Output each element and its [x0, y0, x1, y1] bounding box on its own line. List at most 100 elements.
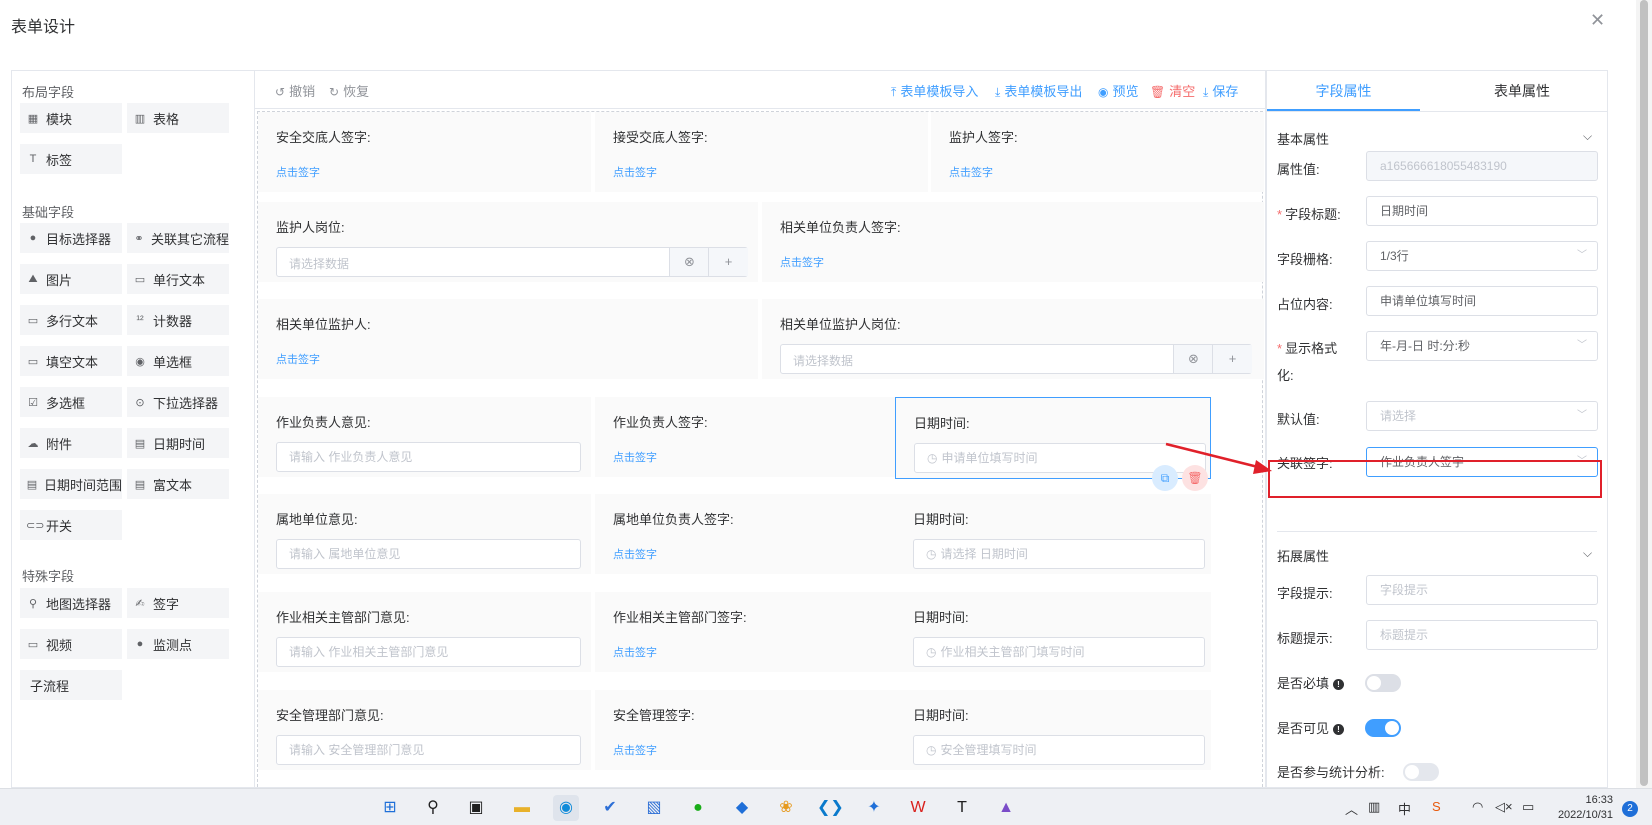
- date-input[interactable]: ◷ 作业相关主管部门填写时间: [913, 637, 1205, 667]
- text-input[interactable]: 请输入 安全管理部门意见: [276, 735, 581, 765]
- sign-link[interactable]: 点击签字: [613, 449, 657, 465]
- form-field-sign[interactable]: 接受交底人签字: 点击签字: [595, 112, 928, 192]
- chevron-up-icon[interactable]: ︿: [1345, 799, 1358, 818]
- form-field-select[interactable]: 监护人岗位: 请选择数据 ⊗ +: [258, 202, 758, 282]
- sign-link[interactable]: 点击签字: [949, 164, 993, 180]
- wifi-icon[interactable]: ◠: [1472, 799, 1483, 815]
- info-icon[interactable]: !: [1333, 724, 1345, 735]
- form-field-sign[interactable]: 相关单位监护人: 点击签字: [258, 299, 758, 379]
- plus-icon[interactable]: +: [1212, 345, 1252, 373]
- palette-item-date-range[interactable]: ▤ 日期时间范围: [20, 469, 122, 499]
- photos-icon[interactable]: ▧: [641, 795, 667, 821]
- format-select[interactable]: 年-月-日 时:分:秒 ﹀: [1366, 331, 1598, 361]
- plus-icon[interactable]: +: [708, 248, 748, 276]
- palette-item-dropdown[interactable]: ⊙ 下拉选择器: [127, 387, 229, 417]
- save-button[interactable]: ⤓ 保存: [1203, 81, 1238, 100]
- placeholder-input[interactable]: 申请单位填写时间: [1366, 286, 1598, 316]
- palette-item-video[interactable]: ▭ 视频: [20, 629, 122, 659]
- wps-icon[interactable]: W: [905, 795, 931, 821]
- sign-link[interactable]: 点击签字: [276, 351, 320, 367]
- export-template-button[interactable]: ⤓ 表单模板导出: [995, 81, 1082, 100]
- form-field-input[interactable]: 作业负责人意见: 请输入 作业负责人意见: [258, 397, 591, 477]
- palette-item-label-field[interactable]: T 标签: [20, 144, 122, 174]
- chevron-down-icon[interactable]: ⌵: [1583, 129, 1592, 144]
- palette-item-module[interactable]: ▦ 模块: [20, 103, 122, 133]
- form-field-sign[interactable]: 安全交底人签字: 点击签字: [258, 112, 591, 192]
- date-input[interactable]: ◷ 请选择 日期时间: [913, 539, 1205, 569]
- form-field-input[interactable]: 安全管理部门意见: 请输入 安全管理部门意见: [258, 690, 591, 770]
- page-scrollbar-thumb[interactable]: [1640, 0, 1648, 786]
- form-field-date[interactable]: 日期时间: ◷ 请选择 日期时间: [895, 494, 1211, 574]
- info-icon[interactable]: !: [1333, 679, 1345, 690]
- edge-icon[interactable]: ◉: [553, 795, 579, 821]
- clear-button[interactable]: 🗑 清空: [1150, 81, 1195, 100]
- field-grid-select[interactable]: 1/3行 ﹀: [1366, 241, 1598, 271]
- preview-button[interactable]: ◉ 预览: [1098, 81, 1139, 100]
- form-field-sign[interactable]: 安全管理签字: 点击签字: [595, 690, 928, 770]
- text-input[interactable]: 请输入 作业负责人意见: [276, 442, 581, 472]
- app-icon[interactable]: S: [1432, 799, 1441, 814]
- form-field-sign[interactable]: 监护人签字: 点击签字: [931, 112, 1264, 192]
- sign-link[interactable]: 点击签字: [780, 254, 824, 270]
- form-field-date[interactable]: 日期时间: ◷ 安全管理填写时间: [895, 690, 1211, 770]
- app-icon[interactable]: ✦: [861, 795, 887, 821]
- palette-item-checkbox[interactable]: ☑ 多选框: [20, 387, 122, 417]
- form-field-date[interactable]: 日期时间: ◷ 作业相关主管部门填写时间: [895, 592, 1211, 672]
- form-field-sign[interactable]: 属地单位负责人签字: 点击签字: [595, 494, 928, 574]
- tab-form-properties[interactable]: 表单属性: [1437, 71, 1607, 111]
- todo-icon[interactable]: ✔: [597, 795, 623, 821]
- data-select-input[interactable]: 请选择数据 ⊗ +: [276, 247, 748, 277]
- form-field-input[interactable]: 属地单位意见: 请输入 属地单位意见: [258, 494, 591, 574]
- import-template-button[interactable]: ⤒ 表单模板导入: [891, 81, 978, 100]
- required-switch[interactable]: [1365, 674, 1401, 692]
- palette-item-switch[interactable]: ⊂⊃ 开关: [20, 510, 122, 540]
- typora-icon[interactable]: T: [949, 795, 975, 821]
- palette-item-subprocess[interactable]: 子流程: [20, 670, 122, 700]
- file-explorer-icon[interactable]: ▬: [509, 795, 535, 821]
- data-select-input[interactable]: 请选择数据 ⊗ +: [780, 344, 1252, 374]
- form-field-sign[interactable]: 作业相关主管部门签字: 点击签字: [595, 592, 928, 672]
- title-hint-input[interactable]: 标题提示: [1366, 620, 1598, 650]
- ime-icon[interactable]: ▥: [1368, 799, 1380, 815]
- field-title-input[interactable]: 日期时间: [1366, 196, 1598, 226]
- sign-link[interactable]: 点击签字: [613, 644, 657, 660]
- default-value-select[interactable]: 请选择 ﹀: [1366, 401, 1598, 431]
- palette-item-map-selector[interactable]: ⚲ 地图选择器: [20, 588, 122, 618]
- form-field-select[interactable]: 相关单位监护人岗位: 请选择数据 ⊗ +: [762, 299, 1264, 379]
- palette-item-counter[interactable]: ¹² 计数器: [127, 305, 229, 335]
- palette-item-radio[interactable]: ◉ 单选框: [127, 346, 229, 376]
- battery-icon[interactable]: ▭: [1522, 799, 1534, 815]
- palette-item-link-process[interactable]: ⚭ 关联其它流程: [127, 223, 229, 253]
- form-field-sign[interactable]: 作业负责人签字: 点击签字: [595, 397, 928, 477]
- sign-link[interactable]: 点击签字: [613, 164, 657, 180]
- palette-item-datetime[interactable]: ▤ 日期时间: [127, 428, 229, 458]
- palette-item-target-selector[interactable]: ● 目标选择器: [20, 223, 122, 253]
- notification-badge[interactable]: 2: [1622, 801, 1638, 817]
- app-icon[interactable]: ❀: [773, 795, 799, 821]
- palette-item-monitor-point[interactable]: ● 监测点: [127, 629, 229, 659]
- palette-item-fill-blank[interactable]: ▭ 填空文本: [20, 346, 122, 376]
- search-icon[interactable]: ⚲: [420, 795, 446, 821]
- taskbar-clock[interactable]: 16:33 2022/10/31: [1555, 793, 1613, 823]
- form-field-sign[interactable]: 相关单位负责人签字: 点击签字: [762, 202, 1264, 282]
- ime-mode-icon[interactable]: 中: [1398, 799, 1411, 818]
- app-icon[interactable]: ▲: [993, 795, 1019, 821]
- wechat-icon[interactable]: ●: [685, 795, 711, 821]
- stats-switch[interactable]: [1403, 763, 1439, 781]
- sign-link[interactable]: 点击签字: [613, 546, 657, 562]
- palette-item-table[interactable]: ▥ 表格: [127, 103, 229, 133]
- form-field-input[interactable]: 作业相关主管部门意见: 请输入 作业相关主管部门意见: [258, 592, 591, 672]
- text-input[interactable]: 请输入 作业相关主管部门意见: [276, 637, 581, 667]
- hint-input[interactable]: 字段提示: [1366, 575, 1598, 605]
- palette-item-multi-line[interactable]: ▭ 多行文本: [20, 305, 122, 335]
- volume-icon[interactable]: ◁×: [1495, 799, 1513, 815]
- palette-item-attachment[interactable]: ☁ 附件: [20, 428, 122, 458]
- visible-switch[interactable]: [1365, 719, 1401, 737]
- sign-link[interactable]: 点击签字: [613, 742, 657, 758]
- chevron-down-icon[interactable]: ⌵: [1583, 546, 1592, 561]
- redo-button[interactable]: ↻ 恢复: [329, 81, 369, 100]
- clear-circle-icon[interactable]: ⊗: [1173, 345, 1213, 373]
- sign-link[interactable]: 点击签字: [276, 164, 320, 180]
- vscode-icon[interactable]: ❮❯: [817, 795, 844, 821]
- palette-item-image[interactable]: ⛰ 图片: [20, 264, 122, 294]
